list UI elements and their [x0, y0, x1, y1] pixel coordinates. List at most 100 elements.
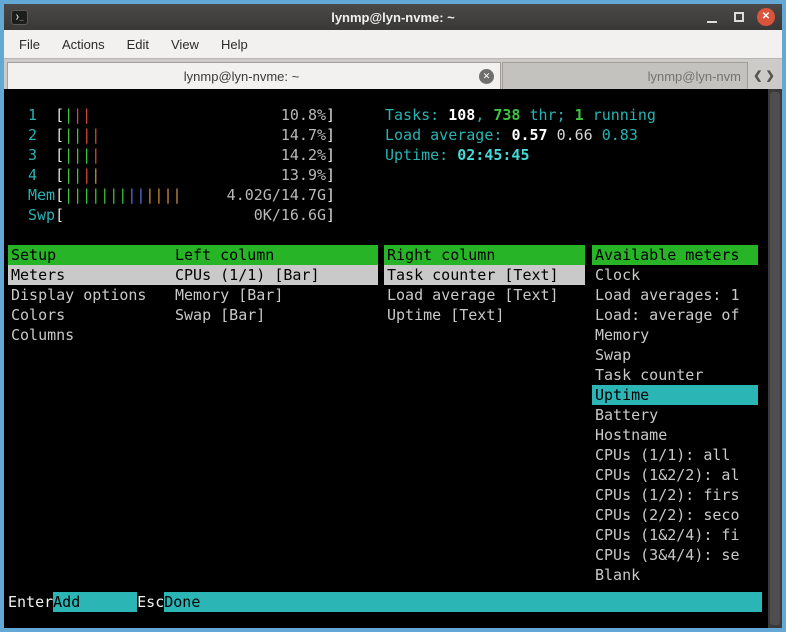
function-key-enter[interactable]: Enter: [8, 592, 53, 612]
meter-bar-field: 0K/16.6G: [64, 205, 326, 225]
meter-mem: Mem[|||||||||||||4.02G/14.7G]: [28, 185, 335, 205]
tab-bar: lynmp@lyn-nvme: ~ ✕ lynmp@lyn-nvm ❮ ❯: [4, 58, 782, 89]
panel-item[interactable]: Blank: [592, 565, 758, 585]
meter-caption: 3: [28, 145, 55, 165]
info-segment: Tasks:: [385, 106, 448, 124]
info-segment: Load average:: [385, 126, 511, 144]
meter-bar-field: |||10.8%: [64, 105, 326, 125]
info-line: Tasks: 108, 738 thr; 1 running: [385, 105, 656, 125]
minimize-icon: [707, 21, 717, 23]
info-line: Load average: 0.57 0.66 0.83: [385, 125, 656, 145]
maximize-button[interactable]: [730, 8, 748, 26]
panel-item[interactable]: Task counter: [592, 365, 758, 385]
info-segment: Uptime:: [385, 146, 457, 164]
menu-bar: FileActionsEditViewHelp: [4, 30, 782, 58]
meter-bar-segment: |: [82, 166, 91, 184]
panel-item[interactable]: CPUs (1/1) [Bar]: [172, 265, 378, 285]
function-key-esc[interactable]: Esc: [137, 592, 164, 612]
panel-header: Left column: [172, 245, 378, 265]
info-segment: 02:45:45: [457, 146, 529, 164]
tab-scroll-left-icon[interactable]: ❮: [753, 69, 762, 82]
panel-item[interactable]: Load average [Text]: [384, 285, 585, 305]
panel-item[interactable]: Hostname: [592, 425, 758, 445]
panel-right-column: Right columnTask counter [Text]Load aver…: [384, 245, 585, 325]
meter-3: 3 [||||14.2%]: [28, 145, 335, 165]
panel-item[interactable]: Colors: [8, 305, 172, 325]
panel-item[interactable]: CPUs (1/2): firs: [592, 485, 758, 505]
meter-bracket: ]: [326, 145, 335, 165]
tab-inactive[interactable]: lynmp@lyn-nvm: [502, 62, 748, 89]
terminal-app-icon: ❯_: [11, 10, 28, 25]
window-title: lynmp@lyn-nvme: ~: [4, 10, 782, 25]
panel-item[interactable]: Uptime: [592, 385, 758, 405]
panel-item[interactable]: Load: average of: [592, 305, 758, 325]
meter-bracket: ]: [326, 205, 335, 225]
header-info-block: Tasks: 108, 738 thr; 1 runningLoad avera…: [385, 105, 656, 165]
tab-active-label: lynmp@lyn-nvme: ~: [8, 69, 475, 84]
panel-item[interactable]: Battery: [592, 405, 758, 425]
panel-item[interactable]: Display options: [8, 285, 172, 305]
tab-inactive-label: lynmp@lyn-nvm: [503, 69, 747, 84]
meter-caption: 1: [28, 105, 55, 125]
panel-header: Setup: [8, 245, 172, 265]
info-segment: thr;: [520, 106, 574, 124]
menu-item-help[interactable]: Help: [211, 32, 258, 57]
close-button[interactable]: ✕: [757, 8, 775, 26]
info-segment: 738: [493, 106, 520, 124]
tab-close-icon[interactable]: ✕: [479, 69, 494, 84]
panel-item[interactable]: Clock: [592, 265, 758, 285]
meter-bar-segment: |: [91, 166, 100, 184]
panel-item[interactable]: Swap [Bar]: [172, 305, 378, 325]
titlebar[interactable]: ❯_ lynmp@lyn-nvme: ~ ✕: [4, 4, 782, 30]
panel-item[interactable]: CPUs (2/2): seco: [592, 505, 758, 525]
panel-item[interactable]: Memory [Bar]: [172, 285, 378, 305]
terminal-scrollbar[interactable]: [768, 89, 782, 628]
meter-4: 4 [||||13.9%]: [28, 165, 335, 185]
meter-bar-field: |||||||||||||4.02G/14.7G: [64, 185, 326, 205]
meters-block: 1 [|||10.8%]2 [||||14.7%]3 [||||14.2%]4 …: [10, 105, 335, 225]
panel-item[interactable]: Uptime [Text]: [384, 305, 585, 325]
meter-bar-segment: ||: [82, 126, 100, 144]
meter-bracket: [: [55, 165, 64, 185]
panel-item[interactable]: CPUs (1&2/2): al: [592, 465, 758, 485]
menu-item-file[interactable]: File: [9, 32, 50, 57]
meter-bar: ||||: [64, 165, 100, 185]
meter-bar: |||: [64, 105, 91, 125]
info-segment: ,: [475, 106, 493, 124]
panel-item[interactable]: Task counter [Text]: [384, 265, 585, 285]
meter-bracket: [: [55, 105, 64, 125]
minimize-button[interactable]: [703, 8, 721, 26]
panel-item[interactable]: CPUs (1/1): all: [592, 445, 758, 465]
tab-active[interactable]: lynmp@lyn-nvme: ~ ✕: [7, 62, 501, 89]
function-action-done[interactable]: Done: [164, 592, 762, 612]
scrollbar-thumb[interactable]: [770, 92, 780, 625]
menu-item-edit[interactable]: Edit: [117, 32, 159, 57]
info-segment: 0.57: [511, 126, 556, 144]
panel-item[interactable]: CPUs (1&2/4): fi: [592, 525, 758, 545]
panel-item[interactable]: Columns: [8, 325, 172, 345]
meter-bar-field: |||| 13.9%: [64, 165, 326, 185]
meter-bracket: [: [55, 185, 64, 205]
meter-bar-segment: ||: [73, 106, 91, 124]
menu-item-view[interactable]: View: [161, 32, 209, 57]
panel-item[interactable]: Load averages: 1: [592, 285, 758, 305]
panel-item[interactable]: Memory: [592, 325, 758, 345]
menu-item-actions[interactable]: Actions: [52, 32, 115, 57]
meter-bracket: ]: [326, 185, 335, 205]
meter-bar-field: ||||14.7%: [64, 125, 326, 145]
function-action-add[interactable]: Add: [53, 592, 137, 612]
meter-bar-segment: |: [91, 146, 100, 164]
meter-caption: 4: [28, 165, 55, 185]
tab-scroll-right-icon[interactable]: ❯: [766, 69, 775, 82]
meter-value: 4.02G/14.7G: [227, 185, 326, 205]
meter-value: 13.9%: [281, 165, 326, 185]
meter-bar-segment: ||: [127, 186, 145, 204]
panel-item[interactable]: Swap: [592, 345, 758, 365]
meter-1: 1 [|||10.8%]: [28, 105, 335, 125]
panel-item[interactable]: CPUs (3&4/4): se: [592, 545, 758, 565]
function-bar: EnterAddEscDone: [8, 592, 762, 612]
terminal[interactable]: 1 [|||10.8%]2 [||||14.7%]3 [||||14.2%]4 …: [4, 89, 782, 628]
meter-value: 14.7%: [281, 125, 326, 145]
panel-item[interactable]: Meters: [8, 265, 172, 285]
tab-scroll-buttons: ❮ ❯: [749, 62, 779, 89]
